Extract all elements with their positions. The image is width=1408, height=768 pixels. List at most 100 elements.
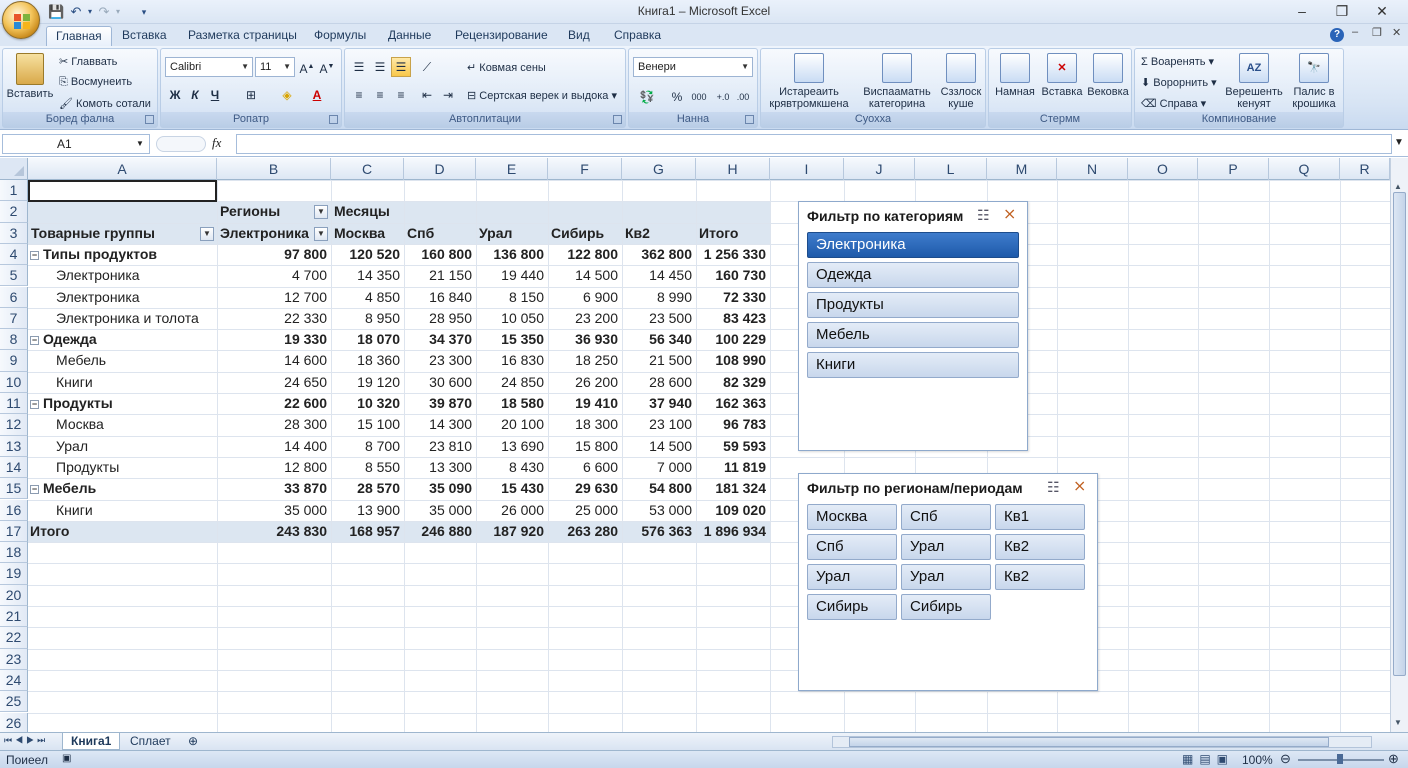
row-header[interactable]: 8 [0, 329, 28, 351]
pivot-value[interactable]: 21 500 [622, 350, 692, 371]
row-header[interactable]: 4 [0, 243, 28, 266]
pivot-value[interactable]: 243 830 [217, 521, 327, 542]
pivot-value[interactable]: 8 150 [476, 287, 544, 308]
column-header[interactable]: R [1340, 158, 1390, 180]
ribbon-restore-icon[interactable]: ❐ [1372, 26, 1382, 39]
slicer-item[interactable]: Кв1 [995, 504, 1085, 530]
decrease-indent-icon[interactable]: ⇤ [417, 85, 437, 105]
column-header[interactable]: O [1128, 158, 1198, 180]
tab-formulas[interactable]: Формулы [305, 26, 375, 46]
row-header[interactable]: 7 [0, 307, 28, 330]
find-select-button[interactable]: 🔭 Палис в крошика [1285, 53, 1343, 110]
row-header[interactable]: 21 [0, 606, 28, 628]
format-painter-button[interactable]: 🖌 Комоть сотали [59, 97, 151, 110]
collapse-icon[interactable]: − [30, 250, 39, 260]
expand-formula-bar-icon[interactable]: ▼ [1394, 137, 1404, 148]
pivot-value[interactable]: 109 020 [696, 500, 766, 521]
pivot-row-label[interactable]: Электроника [56, 287, 140, 308]
help-icon[interactable]: ? [1330, 28, 1344, 42]
increase-indent-icon[interactable]: ⇥ [438, 85, 458, 105]
row-header[interactable]: 13 [0, 435, 28, 457]
format-as-table-button[interactable]: Виспааматнь категорина [857, 53, 937, 110]
row-header[interactable]: 9 [0, 350, 28, 372]
fill-color-icon[interactable]: ◈ [277, 85, 297, 105]
pivot-value[interactable]: 36 930 [548, 329, 618, 350]
pivot-value[interactable]: 37 940 [622, 393, 692, 414]
align-bottom-icon[interactable]: ☰ [391, 57, 411, 77]
pivot-value[interactable]: 14 500 [548, 265, 618, 286]
column-header[interactable]: N [1057, 158, 1128, 180]
close-button[interactable]: ✕ [1362, 0, 1402, 22]
pivot-value[interactable]: 23 300 [404, 350, 472, 371]
slicer-item[interactable]: Спб [901, 504, 991, 530]
new-sheet-icon[interactable]: ⊕ [180, 733, 206, 750]
pivot-value[interactable]: 16 830 [476, 350, 544, 371]
pivot-value[interactable]: 18 070 [331, 329, 400, 350]
row-header[interactable]: 11 [0, 393, 28, 415]
column-header[interactable]: E [476, 158, 548, 180]
pivot-row-label[interactable]: Продукты [56, 457, 119, 478]
column-header[interactable]: C [331, 158, 404, 180]
zoom-level[interactable]: 100% [1242, 753, 1273, 767]
pivot-row-label[interactable]: Электроника [56, 265, 140, 286]
pivot-value[interactable]: 8 700 [331, 436, 400, 457]
conditional-format-button[interactable]: Истареаить крявтромкшена [763, 53, 855, 110]
clear-filter-icon[interactable]: ⨯ [1003, 204, 1016, 224]
pivot-value[interactable]: 15 350 [476, 329, 544, 350]
office-button[interactable] [2, 1, 40, 39]
column-header[interactable]: B [217, 158, 331, 180]
pivot-value[interactable]: 7 000 [622, 457, 692, 478]
pivot-value[interactable]: 1 896 934 [696, 521, 766, 542]
pivot-value[interactable]: 20 100 [476, 414, 544, 435]
insert-cells-button[interactable]: Намная [991, 53, 1039, 98]
row-header[interactable]: 25 [0, 691, 28, 713]
slicer-item[interactable]: Электроника [807, 232, 1019, 258]
slicer-item[interactable]: Книги [807, 352, 1019, 378]
pivot-value[interactable]: 28 600 [622, 372, 692, 393]
pivot-value[interactable]: 4 850 [331, 287, 400, 308]
column-header[interactable]: A [28, 158, 217, 180]
zoom-in-icon[interactable]: ⊕ [1388, 751, 1399, 767]
ribbon-minimize-icon[interactable]: – [1352, 26, 1358, 38]
row-header[interactable]: 20 [0, 584, 28, 606]
align-left-icon[interactable]: ≡ [349, 85, 369, 105]
pivot-value[interactable]: 15 430 [476, 478, 544, 499]
pivot-value[interactable]: 160 730 [696, 265, 766, 286]
pivot-value[interactable]: 15 800 [548, 436, 618, 457]
pivot-row-label[interactable]: − Типы продуктов [30, 244, 157, 265]
percent-button[interactable]: % [667, 87, 687, 107]
cell-styles-button[interactable]: Сззлоск кушe [937, 53, 985, 110]
pivot-column-header[interactable]: Спб [407, 223, 434, 244]
align-top-icon[interactable]: ☰ [349, 57, 369, 77]
pivot-value[interactable]: 14 500 [622, 436, 692, 457]
pivot-column-header[interactable]: Кв2 [625, 223, 650, 244]
row-header[interactable]: 17 [0, 520, 28, 543]
shrink-font-button[interactable]: A▼ [317, 57, 337, 77]
pivot-value[interactable]: 83 423 [696, 308, 766, 329]
slicer-item[interactable]: Москва [807, 504, 897, 530]
pivot-row-field[interactable]: Товарные группы [31, 223, 155, 244]
pivot-row-label[interactable]: Книги [56, 372, 93, 393]
pivot-row-label[interactable]: Москва [56, 414, 104, 435]
column-header[interactable]: H [696, 158, 770, 180]
pivot-row-label[interactable]: Электроника и толота [56, 308, 199, 329]
h-scroll-thumb[interactable] [849, 737, 1329, 747]
font-color-icon[interactable]: A [307, 85, 327, 105]
collapse-icon[interactable]: − [30, 485, 39, 495]
font-size-combo[interactable]: 11 ▼ [255, 57, 295, 77]
pivot-value[interactable]: 24 850 [476, 372, 544, 393]
pivot-value[interactable]: 162 363 [696, 393, 766, 414]
pivot-row-label[interactable]: Мебель [56, 350, 106, 371]
pivot-column-header[interactable]: Сибирь [551, 223, 604, 244]
pivot-value[interactable]: 30 600 [404, 372, 472, 393]
pivot-value[interactable]: 18 360 [331, 350, 400, 371]
dialog-launcher-icon[interactable] [613, 115, 622, 124]
pivot-value[interactable]: 97 800 [217, 244, 327, 265]
slicer-categories[interactable]: Фильтр по категориям ☷ ⨯ Электроника Одеж… [798, 201, 1028, 451]
scroll-thumb[interactable] [1393, 192, 1406, 676]
pivot-value[interactable]: 19 410 [548, 393, 618, 414]
slicer-item[interactable]: Урал [807, 564, 897, 590]
zoom-out-icon[interactable]: ⊖ [1280, 751, 1291, 767]
bold-button[interactable]: Ж [165, 85, 185, 105]
pivot-column-header[interactable]: Урал [479, 223, 512, 244]
